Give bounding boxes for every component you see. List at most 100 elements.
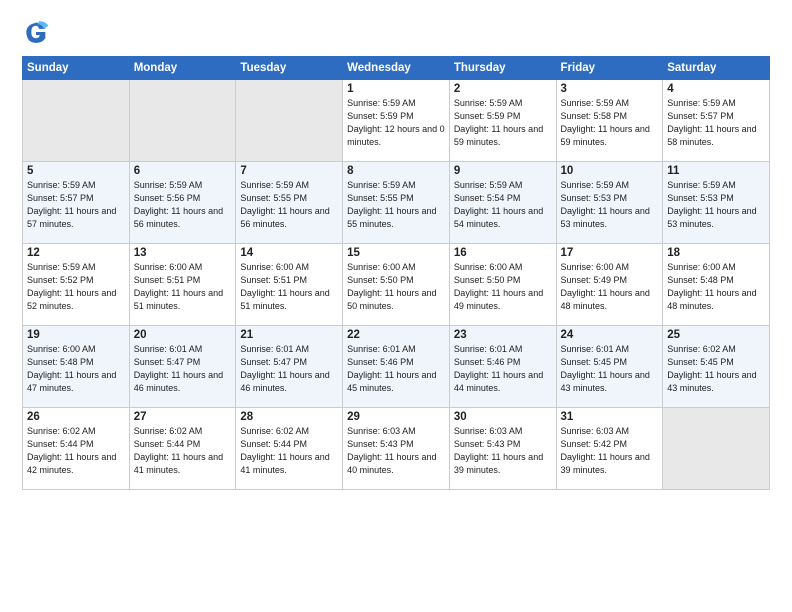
week-row-2: 5 Sunrise: 5:59 AMSunset: 5:57 PMDaylight…: [23, 162, 770, 244]
day-number: 6: [134, 165, 232, 177]
day-number: 29: [347, 411, 445, 423]
calendar-cell: 27 Sunrise: 6:02 AMSunset: 5:44 PMDayligh…: [129, 408, 236, 490]
cell-info: Sunrise: 6:00 AMSunset: 5:48 PMDaylight:…: [27, 343, 125, 395]
header-tuesday: Tuesday: [236, 57, 343, 80]
day-number: 31: [561, 411, 659, 423]
header: [22, 18, 770, 46]
calendar-cell: [663, 408, 770, 490]
calendar-cell: 23 Sunrise: 6:01 AMSunset: 5:46 PMDayligh…: [449, 326, 556, 408]
cell-info: Sunrise: 6:02 AMSunset: 5:44 PMDaylight:…: [27, 425, 125, 477]
cell-info: Sunrise: 5:59 AMSunset: 5:55 PMDaylight:…: [347, 179, 445, 231]
calendar-cell: 20 Sunrise: 6:01 AMSunset: 5:47 PMDayligh…: [129, 326, 236, 408]
calendar-cell: [236, 80, 343, 162]
calendar-cell: 15 Sunrise: 6:00 AMSunset: 5:50 PMDayligh…: [343, 244, 450, 326]
cell-info: Sunrise: 6:01 AMSunset: 5:47 PMDaylight:…: [134, 343, 232, 395]
cell-info: Sunrise: 6:03 AMSunset: 5:43 PMDaylight:…: [347, 425, 445, 477]
day-number: 1: [347, 83, 445, 95]
cell-info: Sunrise: 5:59 AMSunset: 5:56 PMDaylight:…: [134, 179, 232, 231]
day-number: 14: [240, 247, 338, 259]
day-number: 21: [240, 329, 338, 341]
day-number: 25: [667, 329, 765, 341]
calendar-cell: 10 Sunrise: 5:59 AMSunset: 5:53 PMDayligh…: [556, 162, 663, 244]
day-number: 12: [27, 247, 125, 259]
cell-info: Sunrise: 5:59 AMSunset: 5:55 PMDaylight:…: [240, 179, 338, 231]
header-sunday: Sunday: [23, 57, 130, 80]
calendar-cell: 8Sunrise: 5:59 AMSunset: 5:55 PMDaylight…: [343, 162, 450, 244]
day-number: 10: [561, 165, 659, 177]
cell-info: Sunrise: 5:59 AMSunset: 5:57 PMDaylight:…: [667, 97, 765, 149]
calendar-cell: 26 Sunrise: 6:02 AMSunset: 5:44 PMDayligh…: [23, 408, 130, 490]
calendar-cell: 1 Sunrise: 5:59 AMSunset: 5:59 PMDaylight…: [343, 80, 450, 162]
week-row-4: 19Sunrise: 6:00 AMSunset: 5:48 PMDayligh…: [23, 326, 770, 408]
cell-info: Sunrise: 6:01 AMSunset: 5:47 PMDaylight:…: [240, 343, 338, 395]
calendar-cell: 17 Sunrise: 6:00 AMSunset: 5:49 PMDayligh…: [556, 244, 663, 326]
cell-info: Sunrise: 6:00 AMSunset: 5:50 PMDaylight:…: [454, 261, 552, 313]
day-number: 28: [240, 411, 338, 423]
cell-info: Sunrise: 6:02 AMSunset: 5:45 PMDaylight:…: [667, 343, 765, 395]
page: SundayMondayTuesdayWednesdayThursdayFrid…: [0, 0, 792, 612]
cell-info: Sunrise: 6:01 AMSunset: 5:46 PMDaylight:…: [454, 343, 552, 395]
calendar-cell: 16 Sunrise: 6:00 AMSunset: 5:50 PMDayligh…: [449, 244, 556, 326]
day-number: 7: [240, 165, 338, 177]
calendar-cell: [129, 80, 236, 162]
header-thursday: Thursday: [449, 57, 556, 80]
header-wednesday: Wednesday: [343, 57, 450, 80]
calendar-cell: 13 Sunrise: 6:00 AMSunset: 5:51 PMDayligh…: [129, 244, 236, 326]
calendar-cell: 14 Sunrise: 6:00 AMSunset: 5:51 PMDayligh…: [236, 244, 343, 326]
calendar-cell: 7 Sunrise: 5:59 AMSunset: 5:55 PMDaylight…: [236, 162, 343, 244]
header-friday: Friday: [556, 57, 663, 80]
calendar-cell: 18 Sunrise: 6:00 AMSunset: 5:48 PMDayligh…: [663, 244, 770, 326]
calendar-cell: 29 Sunrise: 6:03 AMSunset: 5:43 PMDayligh…: [343, 408, 450, 490]
calendar-cell: [23, 80, 130, 162]
header-saturday: Saturday: [663, 57, 770, 80]
calendar-cell: 9Sunrise: 5:59 AMSunset: 5:54 PMDaylight…: [449, 162, 556, 244]
week-row-5: 26 Sunrise: 6:02 AMSunset: 5:44 PMDayligh…: [23, 408, 770, 490]
day-number: 13: [134, 247, 232, 259]
day-number: 30: [454, 411, 552, 423]
cell-info: Sunrise: 6:00 AMSunset: 5:51 PMDaylight:…: [134, 261, 232, 313]
day-number: 9: [454, 165, 552, 177]
day-number: 22: [347, 329, 445, 341]
day-number: 3: [561, 83, 659, 95]
calendar-cell: 4Sunrise: 5:59 AMSunset: 5:57 PMDaylight…: [663, 80, 770, 162]
day-number: 5: [27, 165, 125, 177]
day-number: 17: [561, 247, 659, 259]
cell-info: Sunrise: 5:59 AMSunset: 5:52 PMDaylight:…: [27, 261, 125, 313]
cell-info: Sunrise: 6:02 AMSunset: 5:44 PMDaylight:…: [240, 425, 338, 477]
calendar-cell: 11Sunrise: 5:59 AMSunset: 5:53 PMDayligh…: [663, 162, 770, 244]
cell-info: Sunrise: 6:01 AMSunset: 5:46 PMDaylight:…: [347, 343, 445, 395]
calendar-cell: 22 Sunrise: 6:01 AMSunset: 5:46 PMDayligh…: [343, 326, 450, 408]
cell-info: Sunrise: 5:59 AMSunset: 5:53 PMDaylight:…: [561, 179, 659, 231]
calendar-cell: 19Sunrise: 6:00 AMSunset: 5:48 PMDayligh…: [23, 326, 130, 408]
calendar-cell: 30 Sunrise: 6:03 AMSunset: 5:43 PMDayligh…: [449, 408, 556, 490]
logo: [22, 18, 54, 46]
cell-info: Sunrise: 6:00 AMSunset: 5:51 PMDaylight:…: [240, 261, 338, 313]
week-row-3: 12 Sunrise: 5:59 AMSunset: 5:52 PMDayligh…: [23, 244, 770, 326]
cell-info: Sunrise: 5:59 AMSunset: 5:57 PMDaylight:…: [27, 179, 125, 231]
cell-info: Sunrise: 6:02 AMSunset: 5:44 PMDaylight:…: [134, 425, 232, 477]
cell-info: Sunrise: 5:59 AMSunset: 5:59 PMDaylight:…: [347, 97, 445, 149]
day-number: 2: [454, 83, 552, 95]
cell-info: Sunrise: 6:00 AMSunset: 5:49 PMDaylight:…: [561, 261, 659, 313]
day-number: 26: [27, 411, 125, 423]
day-number: 27: [134, 411, 232, 423]
week-row-1: 1 Sunrise: 5:59 AMSunset: 5:59 PMDaylight…: [23, 80, 770, 162]
day-number: 18: [667, 247, 765, 259]
calendar-cell: 31Sunrise: 6:03 AMSunset: 5:42 PMDayligh…: [556, 408, 663, 490]
calendar-cell: 5 Sunrise: 5:59 AMSunset: 5:57 PMDaylight…: [23, 162, 130, 244]
general-blue-logo-icon: [22, 18, 50, 46]
day-number: 16: [454, 247, 552, 259]
day-number: 20: [134, 329, 232, 341]
calendar-cell: 25 Sunrise: 6:02 AMSunset: 5:45 PMDayligh…: [663, 326, 770, 408]
day-number: 23: [454, 329, 552, 341]
calendar-cell: 2 Sunrise: 5:59 AMSunset: 5:59 PMDaylight…: [449, 80, 556, 162]
cell-info: Sunrise: 6:01 AMSunset: 5:45 PMDaylight:…: [561, 343, 659, 395]
cell-info: Sunrise: 5:59 AMSunset: 5:59 PMDaylight:…: [454, 97, 552, 149]
cell-info: Sunrise: 5:59 AMSunset: 5:53 PMDaylight:…: [667, 179, 765, 231]
cell-info: Sunrise: 6:00 AMSunset: 5:50 PMDaylight:…: [347, 261, 445, 313]
day-number: 24: [561, 329, 659, 341]
calendar-cell: 3Sunrise: 5:59 AMSunset: 5:58 PMDaylight…: [556, 80, 663, 162]
cell-info: Sunrise: 6:03 AMSunset: 5:43 PMDaylight:…: [454, 425, 552, 477]
day-number: 15: [347, 247, 445, 259]
cell-info: Sunrise: 6:00 AMSunset: 5:48 PMDaylight:…: [667, 261, 765, 313]
